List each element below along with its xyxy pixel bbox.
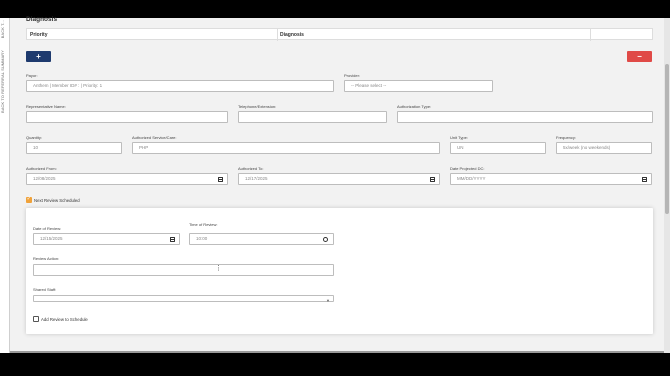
review-action-input[interactable] [33, 264, 334, 276]
shared-staff-select[interactable]: ▼ [33, 295, 334, 303]
next-review-panel: Date of Review: 12/15/2025 Time of Revie… [26, 208, 653, 334]
date-projected-dc-label: Date Projected DC: [450, 166, 485, 171]
column-divider [277, 29, 278, 41]
scrollbar-thumb[interactable] [665, 64, 669, 214]
add-authorization-button[interactable]: + [26, 51, 51, 62]
unit-type-value: UN [457, 145, 464, 150]
authorized-to-value: 12/17/2025 [245, 176, 268, 181]
authorization-type-label: Authorization Type: [397, 104, 432, 109]
quantity-input[interactable]: 10 [26, 142, 122, 154]
representative-name-input[interactable] [26, 111, 228, 123]
diagnosis-table: Priority Diagnosis [26, 28, 653, 41]
column-header-priority: Priority [30, 32, 48, 38]
provider-select[interactable]: -- Please select -- [344, 80, 493, 92]
date-projected-dc-input[interactable]: MM/DD/YYYY [450, 173, 652, 185]
back-to-referral-link[interactable]: BACK TO REFERRAL SUMMARY [1, 50, 5, 113]
payor-input[interactable]: Anthem | Member ID# : | Priority: 1 [26, 80, 334, 92]
left-sidebar: BACK T... BACK TO REFERRAL SUMMARY [0, 18, 10, 353]
authorized-from-value: 12/08/2025 [33, 176, 56, 181]
unit-type-input[interactable]: UN [450, 142, 546, 154]
authorized-to-date-input[interactable]: 12/17/2025 [238, 173, 440, 185]
column-header-diagnosis: Diagnosis [280, 32, 304, 38]
authorized-service-value: PHP [139, 145, 149, 150]
app-window: BACK T... BACK TO REFERRAL SUMMARY Diagn… [0, 16, 670, 353]
main-content: Diagnosis Priority Diagnosis + − Payor: … [10, 16, 664, 351]
authorized-from-label: Authorized From: [26, 166, 57, 171]
provider-label: Provider: [344, 73, 361, 78]
back-to-top-link[interactable]: BACK T... [1, 20, 5, 38]
next-review-checkbox[interactable] [26, 196, 32, 203]
payor-label: Payor: [26, 73, 38, 78]
calendar-icon[interactable] [170, 237, 175, 242]
time-of-review-input[interactable]: 10:00 [189, 233, 334, 245]
horizontal-scrollbar[interactable] [10, 351, 664, 353]
authorized-from-date-input[interactable]: 12/08/2025 [26, 173, 228, 185]
next-review-label: Next Review Scheduled [34, 198, 80, 203]
authorized-service-label: Authorized Service/Care: [132, 135, 177, 140]
payor-value: Anthem | Member ID# : | Priority: 1 [33, 83, 103, 88]
frequency-input[interactable]: 5x/week (no weekends) [556, 142, 652, 154]
quantity-label: Quantity: [26, 135, 43, 140]
authorized-service-input[interactable]: PHP [132, 142, 440, 154]
calendar-icon[interactable] [430, 177, 435, 182]
authorized-to-label: Authorized To: [238, 166, 264, 171]
calendar-icon[interactable] [218, 177, 223, 182]
vertical-scrollbar[interactable] [664, 18, 670, 353]
date-of-review-label: Date of Review: [33, 226, 62, 231]
review-action-label: Review Action: [33, 256, 60, 261]
representative-name-label: Representative Name: [26, 104, 66, 109]
column-divider [590, 29, 591, 41]
time-of-review-label: Time of Review: [189, 222, 218, 227]
unit-type-label: Unit Type: [450, 135, 468, 140]
date-of-review-value: 12/15/2025 [40, 236, 63, 241]
date-projected-dc-value: MM/DD/YYYY [457, 176, 486, 181]
diagnosis-heading: Diagnosis [26, 16, 58, 23]
more-options-icon[interactable]: ⋮ [215, 264, 222, 272]
frequency-value: 5x/week (no weekends) [563, 145, 611, 150]
quantity-value: 10 [33, 145, 39, 150]
add-review-to-schedule-label: Add Review to Schedule [41, 317, 88, 322]
frequency-label: Frequency: [556, 135, 577, 140]
chevron-down-icon: ▼ [326, 298, 330, 303]
add-review-to-schedule-checkbox[interactable] [33, 316, 39, 322]
telephone-input[interactable] [238, 111, 387, 123]
calendar-icon[interactable] [642, 177, 647, 182]
telephone-label: Telephone/Extension: [238, 104, 277, 109]
date-of-review-input[interactable]: 12/15/2025 [33, 233, 180, 245]
provider-value: -- Please select -- [351, 83, 387, 88]
shared-staff-label: Shared Staff: [33, 287, 57, 292]
remove-authorization-button[interactable]: − [627, 51, 652, 62]
time-of-review-value: 10:00 [196, 236, 208, 241]
authorization-type-input[interactable] [397, 111, 653, 123]
clock-icon[interactable] [323, 237, 328, 242]
